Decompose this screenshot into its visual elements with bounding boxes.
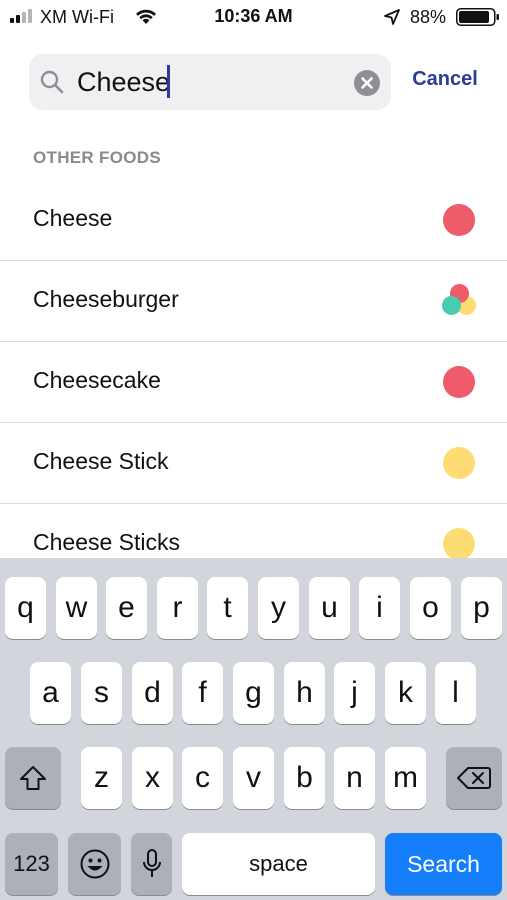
key-p[interactable]: p [461,577,502,639]
key-z[interactable]: z [81,747,122,809]
cancel-button[interactable]: Cancel [400,68,490,91]
food-color-cluster [442,284,476,318]
key-o[interactable]: o [410,577,451,639]
emoji-key[interactable] [68,833,121,895]
key-l[interactable]: l [435,662,476,724]
shift-key[interactable] [5,747,61,809]
key-s[interactable]: s [81,662,122,724]
key-k[interactable]: k [385,662,426,724]
shift-icon [20,766,46,790]
list-item[interactable]: Cheeseburger [0,261,507,342]
key-b[interactable]: b [284,747,325,809]
clear-text-icon[interactable] [354,70,380,96]
status-bar: XM Wi-Fi 10:36 AM 88% [0,0,507,34]
space-key[interactable]: space [182,833,375,895]
food-name: Cheese [33,205,113,231]
results-list: Cheese Cheeseburger Cheesecake Cheese St… [0,180,507,558]
location-arrow-icon [384,9,400,25]
numbers-key[interactable]: 123 [5,833,58,895]
list-item[interactable]: Cheese Sticks [0,504,507,558]
search-input[interactable] [77,66,347,98]
battery-percent: 88% [410,7,447,27]
food-color-dot [443,204,475,236]
key-f[interactable]: f [182,662,223,724]
food-color-dot [443,366,475,398]
emoji-icon [80,849,109,879]
section-header: OTHER FOODS [33,148,161,167]
key-w[interactable]: w [56,577,97,639]
key-u[interactable]: u [309,577,350,639]
key-g[interactable]: g [233,662,274,724]
key-e[interactable]: e [106,577,147,639]
key-h[interactable]: h [284,662,325,724]
on-screen-keyboard: q w e r t y u i o p a s d f g h j k l z … [0,558,507,900]
key-m[interactable]: m [385,747,426,809]
key-j[interactable]: j [334,662,375,724]
food-name: Cheeseburger [33,286,179,312]
dictation-key[interactable] [131,833,172,895]
food-color-dot [443,528,475,558]
microphone-icon [142,849,161,877]
delete-icon [457,767,491,789]
food-name: Cheesecake [33,367,161,393]
key-a[interactable]: a [30,662,71,724]
key-i[interactable]: i [359,577,400,639]
delete-key[interactable] [446,747,502,809]
search-icon [40,70,64,94]
food-name: Cheese Sticks [33,529,181,555]
search-field[interactable] [29,54,391,110]
key-c[interactable]: c [182,747,223,809]
food-name: Cheese Stick [33,448,169,474]
key-r[interactable]: r [157,577,198,639]
list-item[interactable]: Cheese [0,180,507,261]
key-v[interactable]: v [233,747,274,809]
key-x[interactable]: x [132,747,173,809]
list-item[interactable]: Cheesecake [0,342,507,423]
key-n[interactable]: n [334,747,375,809]
key-t[interactable]: t [207,577,248,639]
key-q[interactable]: q [5,577,46,639]
search-key[interactable]: Search [385,833,502,895]
food-color-dot [443,447,475,479]
food-color-dot [442,296,461,315]
key-d[interactable]: d [132,662,173,724]
list-item[interactable]: Cheese Stick [0,423,507,504]
battery-icon [456,8,499,26]
text-cursor [167,65,170,98]
key-y[interactable]: y [258,577,299,639]
